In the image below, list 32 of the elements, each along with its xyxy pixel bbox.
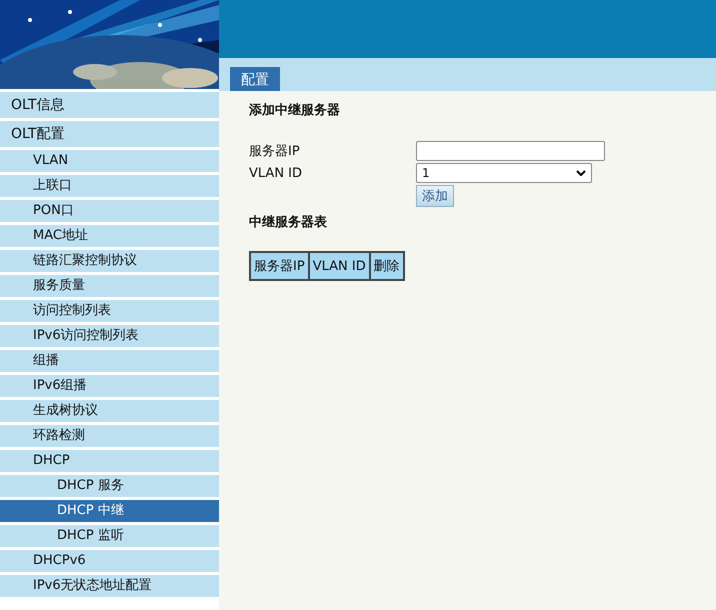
menu-item[interactable]: IPv6无状态地址配置	[0, 575, 219, 597]
menu-item[interactable]: OLT配置	[0, 121, 219, 147]
input-field[interactable]	[416, 141, 605, 161]
add-button[interactable]: 添加	[416, 185, 454, 207]
menu-item[interactable]: 访问控制列表	[0, 300, 219, 322]
menu-item[interactable]: DHCP 服务	[0, 475, 219, 497]
column-header: 服务器IP	[250, 252, 309, 280]
menu-item[interactable]: 服务质量	[0, 275, 219, 297]
tab[interactable]: 配置	[230, 67, 280, 91]
menu-item[interactable]: VLAN	[0, 150, 219, 172]
menu-item[interactable]: PON口	[0, 200, 219, 222]
menu-item[interactable]: 上联口	[0, 175, 219, 197]
menu-item[interactable]: 生成树协议	[0, 400, 219, 422]
menu-item[interactable]: IPv6组播	[0, 375, 219, 397]
menu-item[interactable]: DHCP 监听	[0, 525, 219, 547]
menu-item[interactable]: DHCPv6	[0, 550, 219, 572]
menu-item[interactable]: IPv6访问控制列表	[0, 325, 219, 347]
field-label: VLAN ID	[249, 166, 302, 180]
menu-item[interactable]: MAC地址	[0, 225, 219, 247]
select-field[interactable]: 1	[416, 163, 592, 183]
menu-item[interactable]: DHCP	[0, 450, 219, 472]
chevron-icon	[576, 170, 586, 176]
menu-item[interactable]: 组播	[0, 350, 219, 372]
section-title: 添加中继服务器	[249, 102, 341, 119]
menu-item[interactable]: DHCP 中继	[0, 500, 219, 522]
menu-item[interactable]: 环路检测	[0, 425, 219, 447]
menu-item[interactable]: OLT信息	[0, 92, 219, 118]
section-title: 中继服务器表	[249, 214, 328, 231]
menu-item[interactable]: 链路汇聚控制协议	[0, 250, 219, 272]
column-header: VLAN ID	[308, 252, 370, 280]
field-label: 服务器IP	[249, 143, 300, 160]
column-header: 删除	[370, 252, 404, 280]
